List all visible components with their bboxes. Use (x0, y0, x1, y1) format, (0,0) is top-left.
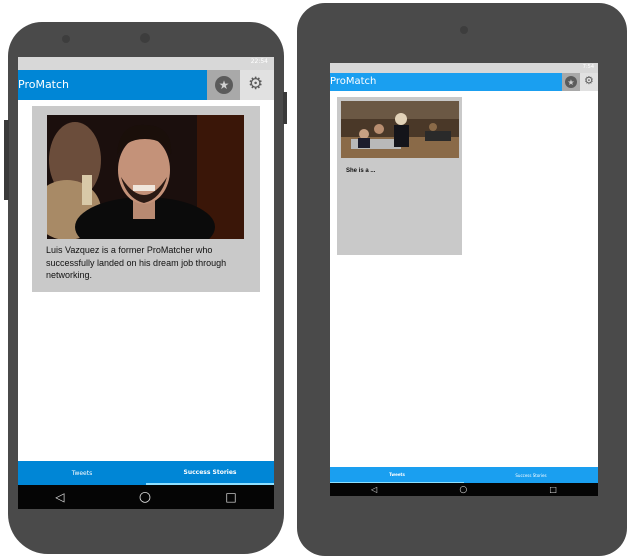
tab-success-stories[interactable]: Success Stories (146, 461, 274, 485)
tablet-status-bar: 7:54 (330, 63, 598, 73)
recents-icon[interactable]: □ (549, 485, 557, 494)
story-photo-graphic (47, 115, 244, 239)
tab-success-stories[interactable]: Success Stories (464, 467, 598, 483)
tablet-app-bar: ProMatch ★ ⚙ (330, 73, 598, 91)
star-icon: ★ (215, 76, 233, 94)
phone-side-button (4, 120, 9, 200)
phone-speaker (62, 35, 70, 43)
system-nav-bar: ◁ ○ □ (18, 485, 274, 509)
tablet-bottom-tab-bar: Tweets Success Stories (330, 467, 598, 483)
tablet-story-caption: She is a ... (346, 168, 376, 174)
back-icon[interactable]: ◁ (55, 490, 64, 504)
star-icon: ★ (565, 76, 577, 88)
tablet-system-nav-bar: ◁ ○ □ (330, 483, 598, 496)
tablet-screen: 7:54 ProMatch ★ ⚙ She is a ... Tweets Su… (330, 63, 598, 496)
settings-button[interactable]: ⚙ (240, 70, 274, 100)
tablet-story-card[interactable]: She is a ... (337, 97, 462, 255)
app-title: ProMatch (18, 78, 70, 91)
tab-tweets[interactable]: Tweets (330, 467, 464, 483)
gear-icon: ⚙ (248, 74, 264, 94)
success-story-card[interactable]: Luis Vazquez is a former ProMatcher who … (32, 106, 260, 292)
back-icon[interactable]: ◁ (371, 485, 377, 494)
tablet-camera (460, 26, 468, 34)
phone-power-button (283, 92, 287, 124)
tablet-settings-button[interactable]: ⚙ (580, 73, 598, 91)
status-bar: 22:54 (18, 57, 274, 70)
home-icon[interactable]: ○ (459, 485, 467, 495)
home-icon[interactable]: ○ (139, 489, 151, 505)
phone-screen: 22:54 ProMatch ★ ⚙ Luis Vazquez is a for… (18, 57, 274, 509)
story-caption: Luis Vazquez is a former ProMatcher who … (46, 245, 227, 280)
tab-tweets[interactable]: Tweets (18, 461, 146, 485)
app-bar: ProMatch ★ ⚙ (18, 70, 274, 100)
phone-camera (140, 33, 150, 43)
tablet-favorite-button[interactable]: ★ (562, 73, 580, 91)
story-photo (47, 115, 244, 239)
tablet-story-photo-graphic (341, 101, 459, 158)
tablet-status-time: 7:54 (582, 64, 594, 70)
status-time: 22:54 (250, 58, 268, 65)
gear-icon: ⚙ (584, 74, 594, 87)
favorite-button[interactable]: ★ (207, 70, 240, 100)
recents-icon[interactable]: □ (225, 490, 236, 504)
tablet-story-photo (341, 101, 459, 158)
bottom-tab-bar: Tweets Success Stories (18, 461, 274, 485)
tablet-app-title: ProMatch (330, 76, 377, 87)
